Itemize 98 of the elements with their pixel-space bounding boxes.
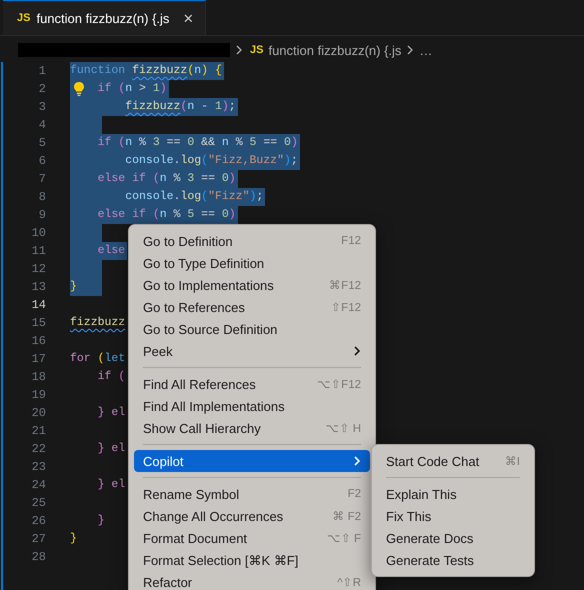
line-number: 23 bbox=[30, 460, 46, 474]
line-number: 14 bbox=[30, 298, 46, 312]
line-number: 12 bbox=[30, 262, 46, 276]
line-number: 3 bbox=[38, 100, 46, 114]
line-number: 25 bbox=[30, 496, 46, 510]
line-number: 24 bbox=[30, 478, 46, 492]
menu-item[interactable]: Go to Source Definition bbox=[134, 318, 370, 340]
editor-tab[interactable]: JS function fizzbuzz(n) {.js × bbox=[3, 0, 206, 35]
line-number: 20 bbox=[30, 406, 46, 420]
line-number: 11 bbox=[30, 244, 46, 258]
line-number: 22 bbox=[30, 442, 46, 456]
menu-item[interactable]: Go to Implementations ⌘F12 bbox=[134, 274, 370, 296]
shortcut-text: ⌥⇧ F bbox=[326, 532, 361, 545]
line-number: 27 bbox=[30, 532, 46, 546]
line-number: 13 bbox=[30, 280, 46, 294]
breadcrumb-item[interactable]: function fizzbuzz(n) {.js bbox=[268, 42, 402, 58]
menu-item-label: Format Selection [⌘K ⌘F] bbox=[143, 552, 300, 568]
code-line: } bbox=[96, 513, 106, 529]
menu-item-label: Change All Occurrences bbox=[143, 508, 284, 524]
shortcut-text: ⌘F12 bbox=[329, 279, 361, 292]
menu-item-label: Show Call Hierarchy bbox=[143, 420, 262, 436]
line-number: 6 bbox=[38, 154, 46, 168]
close-icon[interactable]: × bbox=[181, 10, 196, 26]
line-number: 28 bbox=[30, 550, 46, 564]
menu-item-label: Go to Type Definition bbox=[143, 256, 266, 270]
menu-item-label: Peek bbox=[143, 344, 174, 358]
line-number: 8 bbox=[38, 190, 46, 204]
menu-item-label: Go to Definition bbox=[143, 234, 234, 248]
javascript-file-icon: JS bbox=[17, 12, 30, 24]
menu-item[interactable]: Explain This bbox=[377, 483, 529, 505]
shortcut-text: ⇧F12 bbox=[331, 301, 361, 314]
shortcut-text: ⌘ F2 bbox=[332, 510, 361, 523]
menu-item-label: Find All Implementations bbox=[143, 398, 286, 414]
line-number: 10 bbox=[30, 226, 46, 240]
chevron-right-icon bbox=[353, 455, 361, 467]
line-number: 18 bbox=[30, 370, 46, 384]
menu-item[interactable]: Show Call Hierarchy ⌥⇧ H bbox=[134, 417, 370, 439]
code-line: } el bbox=[96, 477, 126, 493]
line-number: 7 bbox=[38, 172, 46, 186]
menu-item-label: Go to Implementations bbox=[143, 278, 275, 292]
code-line: } bbox=[70, 531, 78, 547]
line-number: 21 bbox=[30, 424, 46, 438]
menu-item-label: Generate Tests bbox=[386, 552, 475, 568]
line-number: 16 bbox=[30, 334, 46, 348]
menu-item[interactable]: Go to References ⇧F12 bbox=[134, 296, 370, 318]
shortcut-text: ⌥⇧F12 bbox=[317, 378, 361, 391]
chevron-right-icon bbox=[353, 345, 361, 357]
menu-item[interactable]: Refactor ^⇧R bbox=[134, 571, 370, 590]
shortcut-text: ⌘I bbox=[504, 455, 520, 468]
line-number: 15 bbox=[30, 316, 46, 330]
shortcut-text: ⌥⇧ H bbox=[326, 422, 361, 435]
chevron-right-icon bbox=[406, 44, 414, 56]
menu-item[interactable]: Format Document ⌥⇧ F bbox=[134, 527, 370, 549]
line-number: 9 bbox=[38, 208, 46, 222]
code-line: } el bbox=[96, 441, 126, 457]
menu-item[interactable]: Go to Type Definition bbox=[134, 252, 370, 274]
menu-item-label: Explain This bbox=[386, 486, 458, 502]
menu-item[interactable]: Find All References ⌥⇧F12 bbox=[134, 373, 370, 395]
shortcut-text: F12 bbox=[341, 235, 361, 247]
menu-item-label: Fix This bbox=[386, 508, 432, 524]
menu-item[interactable]: Change All Occurrences ⌘ F2 bbox=[134, 505, 370, 527]
breadcrumb-item[interactable]: … bbox=[419, 42, 432, 58]
code-line: for (let bbox=[70, 351, 126, 367]
chevron-right-icon bbox=[235, 44, 243, 56]
menu-item[interactable]: Start Code Chat ⌘I bbox=[377, 450, 529, 472]
line-number: 26 bbox=[30, 514, 46, 528]
menu-item-label: Find All References bbox=[143, 376, 257, 392]
menu-item-label: Refactor bbox=[143, 574, 194, 590]
code-line: } el bbox=[96, 405, 126, 421]
menu-item[interactable]: Fix This bbox=[377, 505, 529, 527]
line-number: 4 bbox=[38, 118, 46, 132]
menu-item[interactable]: Copilot bbox=[134, 450, 370, 472]
line-number: 1 bbox=[38, 64, 46, 78]
line-number: 5 bbox=[38, 136, 46, 150]
line-number: 17 bbox=[30, 352, 46, 366]
menu-item[interactable]: Find All Implementations bbox=[134, 395, 370, 417]
menu-item-label: Go to References bbox=[143, 300, 246, 314]
menu-item[interactable]: Go to Definition F12 bbox=[134, 230, 370, 252]
shortcut-text: ^⇧R bbox=[337, 576, 361, 589]
shortcut-text: F2 bbox=[348, 488, 361, 500]
code-line: fizzbuzz bbox=[70, 315, 126, 331]
code-line: if ( bbox=[96, 369, 126, 385]
tab-title: function fizzbuzz(n) {.js bbox=[36, 10, 170, 26]
line-number: 19 bbox=[30, 388, 46, 402]
menu-item-label: Go to Source Definition bbox=[143, 322, 278, 336]
menu-item[interactable]: Peek bbox=[134, 340, 370, 362]
javascript-file-icon: JS bbox=[250, 44, 264, 56]
menu-item[interactable]: Format Selection [⌘K ⌘F] bbox=[134, 549, 370, 571]
menu-item-label: Generate Docs bbox=[386, 530, 474, 546]
menu-item[interactable]: Rename Symbol F2 bbox=[134, 483, 370, 505]
lightbulb-icon[interactable] bbox=[73, 81, 85, 97]
line-number: 2 bbox=[38, 82, 46, 96]
menu-item-label: Format Document bbox=[143, 530, 248, 546]
menu-item[interactable]: Generate Tests bbox=[377, 549, 529, 571]
menu-item-label: Start Code Chat bbox=[386, 454, 480, 468]
menu-item-label: Copilot bbox=[143, 454, 184, 468]
menu-item[interactable]: Generate Docs bbox=[377, 527, 529, 549]
menu-item-label: Rename Symbol bbox=[143, 486, 240, 502]
